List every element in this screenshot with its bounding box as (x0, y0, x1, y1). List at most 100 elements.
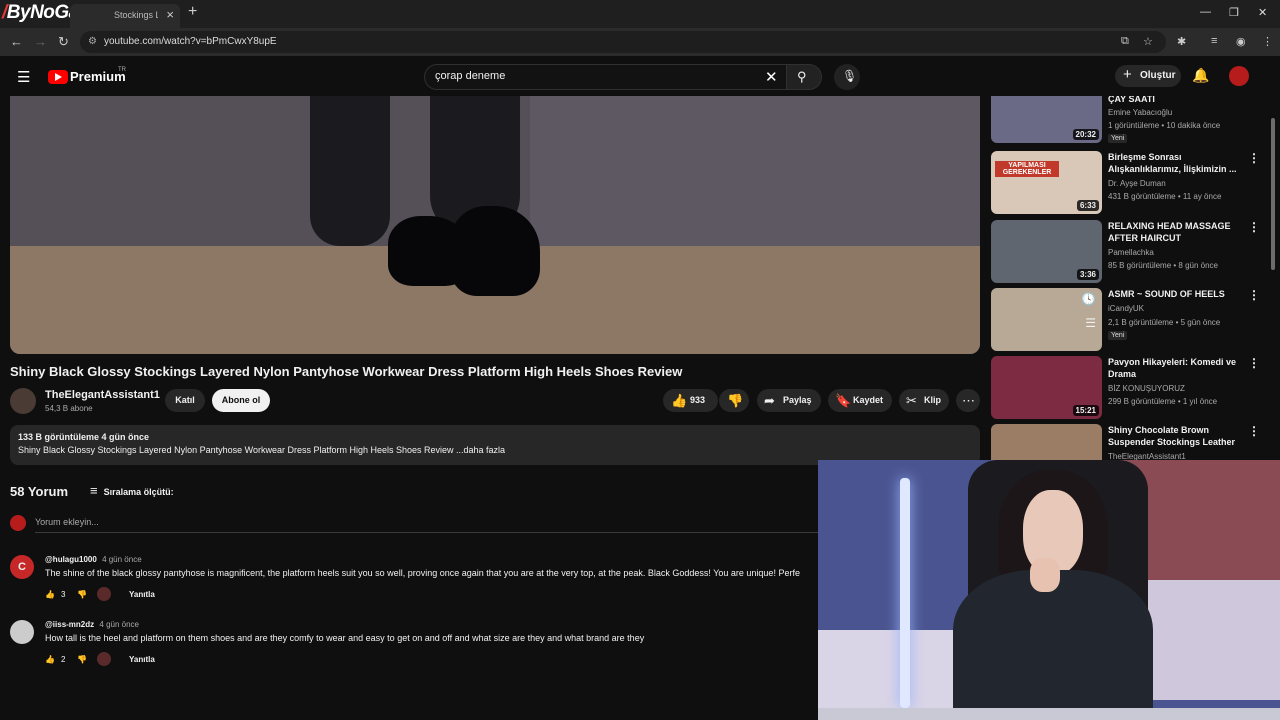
video-thumbnail[interactable]: 15:21 (991, 356, 1102, 419)
recommended-video[interactable]: 3:36 RELAXING HEAD MASSAGE AFTER HAIRCUT… (990, 220, 1280, 284)
comment-like-count: 3 (61, 590, 66, 599)
more-options-icon[interactable]: ⋮ (1248, 356, 1260, 370)
forward-icon[interactable]: → (34, 34, 47, 49)
url-field[interactable]: ⚙ youtube.com/watch?v=bPmCwxY8upE (80, 31, 1166, 53)
video-channel: BİZ KONUŞUYORUZ (1108, 384, 1185, 393)
recommended-video[interactable]: 20:32 ÇAY SAATİ Emine Yabacıoğlu 1 görün… (990, 96, 1280, 144)
video-title: ASMR ~ SOUND OF HEELS (1108, 289, 1225, 299)
save-label: Kaydet (853, 395, 884, 405)
reply-button[interactable]: Yanıtla (129, 655, 155, 664)
video-title: ÇAY SAATİ (1108, 96, 1155, 104)
close-tab-icon[interactable]: × (166, 7, 174, 22)
channel-avatar[interactable] (10, 388, 36, 414)
queue-icon[interactable]: ≡ (1211, 35, 1217, 47)
watch-later-icon[interactable]: 🕓 (1081, 292, 1096, 306)
video-meta: 1 görüntüleme • 10 dakika önce (1108, 121, 1221, 130)
minimize-icon[interactable]: — (1200, 6, 1211, 18)
browser-menu-icon[interactable]: ⋮ (1262, 35, 1273, 48)
recommended-video[interactable]: Shiny Chocolate Brown Suspender Stocking… (990, 424, 1280, 460)
more-horizontal-icon: ⋯ (962, 393, 975, 408)
like-button[interactable]: 👍 933 (663, 389, 718, 412)
add-to-queue-icon[interactable]: ☰ (1085, 316, 1096, 330)
voice-search-button[interactable]: 🎙 (834, 64, 860, 90)
comment-author[interactable]: @iiss-mn2dz (45, 620, 94, 629)
create-button[interactable]: + Oluştur (1115, 65, 1181, 87)
video-player[interactable] (10, 96, 980, 354)
sort-button[interactable]: ≡ Sıralama ölçütü: (90, 483, 174, 498)
video-thumbnail[interactable] (991, 424, 1102, 460)
recommended-video[interactable]: 15:21 Pavyon Hikayeleri: Komedi ve Drama… (990, 356, 1280, 420)
add-comment-input[interactable]: Yorum ekleyin... (35, 517, 99, 527)
maximize-icon[interactable]: ❐ (1229, 6, 1239, 19)
new-badge: Yeni (1108, 331, 1128, 340)
cast-icon[interactable]: ⧉ (1121, 35, 1129, 48)
video-frame-leg-left (310, 96, 390, 246)
recommended-video[interactable]: 🕓 ☰ ASMR ~ SOUND OF HEELS iCandyUK 2,1 B… (990, 288, 1280, 352)
bookmark-icon: 🔖 (835, 393, 852, 408)
screen: /ByNoGame Stockings La × + — ❐ ✕ ← → ↻ ⚙… (0, 0, 1280, 720)
browser-tab-bar: /ByNoGame Stockings La × + — ❐ ✕ (0, 0, 1280, 28)
video-frame-couch-right (530, 96, 980, 256)
comment-author[interactable]: @hulagu1000 (45, 555, 97, 564)
like-count: 933 (690, 395, 706, 405)
extensions-icon[interactable]: ✱ (1177, 35, 1186, 48)
microphone-icon: 🎙 (842, 69, 858, 83)
video-title: Pavyon Hikayeleri: Komedi ve Drama (1108, 357, 1237, 379)
more-actions-button[interactable]: ⋯ (956, 389, 980, 412)
subscribe-button[interactable]: Abone ol (212, 389, 270, 412)
profile-icon[interactable]: ◉ (1236, 35, 1246, 48)
clip-label: Klip (924, 395, 941, 405)
sidebar-scrollbar[interactable] (1271, 118, 1275, 270)
browser-address-bar: ← → ↻ ⚙ youtube.com/watch?v=bPmCwxY8upE … (0, 28, 1280, 56)
notifications-icon[interactable]: 🔔 (1192, 67, 1209, 84)
video-thumbnail[interactable]: 🕓 ☰ (991, 288, 1102, 351)
video-channel: Dr. Ayşe Duman (1108, 179, 1166, 188)
dislike-button[interactable]: 👎 (719, 389, 749, 412)
video-thumbnail[interactable]: 3:36 (991, 220, 1102, 283)
video-meta: 299 B görüntüleme • 1 yıl önce (1108, 397, 1218, 406)
menu-icon[interactable]: ☰ (17, 68, 30, 86)
comment-dislike-icon[interactable]: 👎 (77, 655, 87, 664)
recommended-video[interactable]: YAPILMASI GEREKENLER 6:33 Birleşme Sonra… (990, 151, 1280, 215)
channel-name[interactable]: TheElegantAssistant1 (45, 389, 160, 401)
clear-search-icon[interactable]: ✕ (765, 68, 778, 86)
share-icon: ➦ (764, 393, 775, 408)
thumbs-up-icon: 👍 (671, 393, 688, 408)
account-avatar[interactable] (1229, 66, 1249, 86)
reply-button[interactable]: Yanıtla (129, 590, 155, 599)
new-tab-icon[interactable]: + (188, 3, 197, 21)
join-button[interactable]: Katıl (165, 389, 205, 412)
window-close-icon[interactable]: ✕ (1258, 6, 1267, 19)
clip-button[interactable]: ✂ Klip (899, 389, 949, 412)
save-button[interactable]: 🔖 Kaydet (828, 389, 892, 412)
more-options-icon[interactable]: ⋮ (1248, 151, 1260, 165)
more-options-icon[interactable]: ⋮ (1248, 220, 1260, 234)
sort-icon: ≡ (90, 483, 98, 498)
commenter-avatar[interactable] (10, 620, 34, 644)
share-button[interactable]: ➦ Paylaş (757, 389, 821, 412)
back-icon[interactable]: ← (10, 34, 23, 49)
video-thumbnail[interactable]: YAPILMASI GEREKENLER 6:33 (991, 151, 1102, 214)
browser-tab[interactable]: Stockings La × (70, 4, 180, 28)
more-options-icon[interactable]: ⋮ (1248, 424, 1260, 438)
search-input[interactable] (435, 70, 755, 82)
youtube-logo-icon[interactable] (48, 70, 68, 84)
video-title: Shiny Chocolate Brown Suspender Stocking… (1108, 425, 1236, 447)
comment-like-icon[interactable]: 👍 (45, 655, 55, 664)
video-title: RELAXING HEAD MASSAGE AFTER HAIRCUT #pam… (1108, 221, 1231, 243)
search-button[interactable]: ⚲ (786, 64, 822, 90)
commenter-avatar[interactable]: C (10, 555, 34, 579)
scissors-icon: ✂ (906, 393, 917, 408)
bookmark-star-icon[interactable]: ☆ (1143, 35, 1153, 48)
recommendations-sidebar: 20:32 ÇAY SAATİ Emine Yabacıoğlu 1 görün… (990, 96, 1280, 460)
more-options-icon[interactable]: ⋮ (1248, 288, 1260, 302)
description-box[interactable]: 133 B görüntüleme 4 gün önce Shiny Black… (10, 425, 980, 465)
comment-dislike-icon[interactable]: 👎 (77, 590, 87, 599)
video-thumbnail[interactable]: 20:32 (991, 96, 1102, 143)
comment-like-icon[interactable]: 👍 (45, 590, 55, 599)
video-title: Birleşme Sonrası Alışkanlıklarımız, İliş… (1108, 152, 1237, 174)
webcam-person-hand (1030, 558, 1060, 592)
reload-icon[interactable]: ↻ (58, 34, 69, 50)
site-info-icon[interactable]: ⚙ (88, 36, 97, 47)
video-channel: Emine Yabacıoğlu (1108, 108, 1173, 117)
